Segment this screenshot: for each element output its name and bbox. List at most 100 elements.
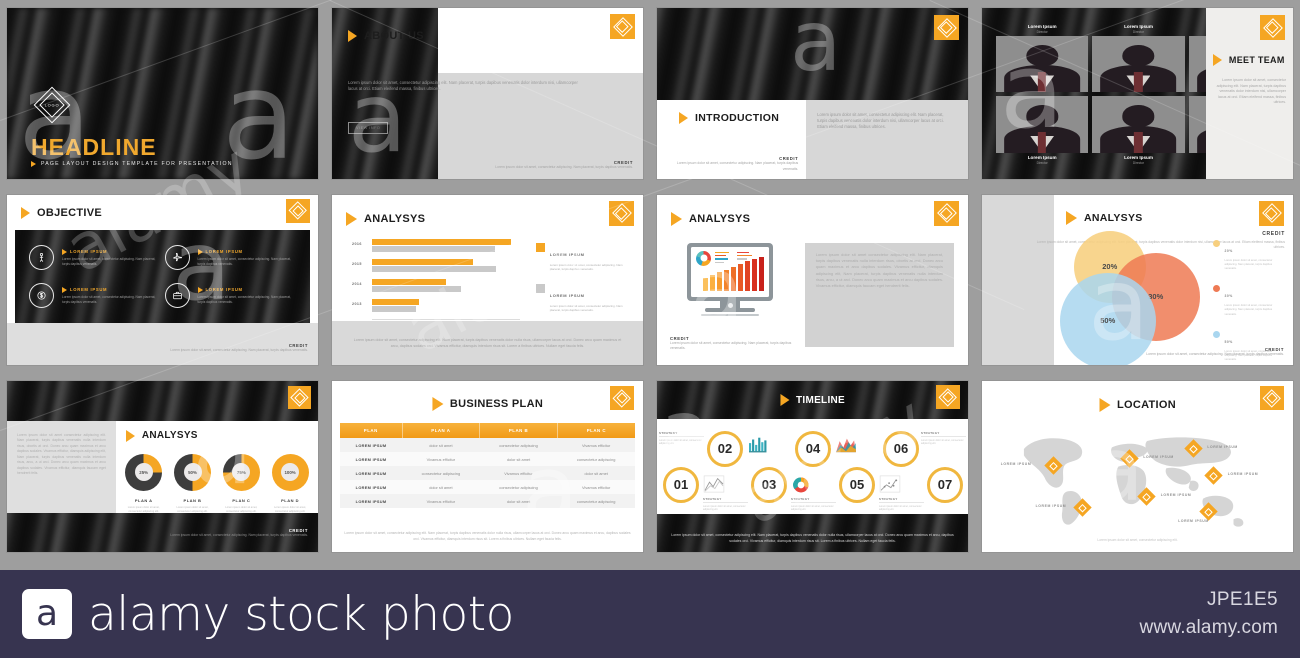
table-cell: LOREM IPSUM bbox=[340, 438, 403, 453]
objective-item[interactable]: LOREM IPSUM Lorem ipsum dolor sit amet, … bbox=[29, 240, 161, 274]
business-plan-title: BUSINESS PLAN bbox=[431, 397, 543, 412]
donuts-credit: CREDIT Lorem ipsum dolor sit amet, conse… bbox=[153, 528, 308, 538]
table-header-cell[interactable]: PLAN A bbox=[402, 423, 481, 439]
analysys-donuts-title-text: ANALYSYS bbox=[141, 430, 198, 442]
objective-title: OBJECTIVE bbox=[21, 206, 102, 219]
timeline-node-04[interactable]: 04 bbox=[795, 430, 831, 467]
objective-item[interactable]: LOREM IPSUM Lorem ipsum dolor sit amet, … bbox=[29, 279, 161, 313]
node-number: 01 bbox=[673, 477, 689, 493]
table-header-cell[interactable]: PLAN C bbox=[557, 423, 635, 439]
table-row: LOREM IPSUM consectetur adipiscing Vivam… bbox=[340, 466, 635, 481]
credit-text: Lorem ipsum dolor sit amet, consectetur … bbox=[495, 164, 633, 169]
member-name: Lorem Ipsum bbox=[1027, 154, 1057, 160]
timeline-node-07[interactable]: 07 bbox=[927, 466, 963, 503]
triangle-bullet-icon bbox=[348, 30, 357, 42]
venn-label-50: 50% bbox=[1100, 316, 1116, 326]
venn-label-20: 20% bbox=[1102, 262, 1118, 272]
member-name: Lorem Ipsum bbox=[1027, 24, 1057, 29]
table-header-row: PLAN PLAN A PLAN B PLAN C bbox=[340, 423, 635, 439]
headline-subtitle: PAGE LAYOUT DESIGN TEMPLATE FOR PRESENTA… bbox=[31, 161, 233, 167]
donut-plan[interactable]: 75% PLAN C Lorem ipsum dolor sit amet, c… bbox=[219, 453, 263, 514]
donut-plan[interactable]: 25% PLAN A Lorem ipsum dolor sit amet, c… bbox=[122, 453, 166, 514]
alamy-logo-icon: a bbox=[22, 589, 72, 639]
about-title: ABOUT US bbox=[348, 30, 424, 42]
timeline-node-05[interactable]: 05 bbox=[839, 466, 875, 503]
intro-body: Lorem ipsum dolor sit amet, consectetur … bbox=[817, 112, 944, 130]
team-member[interactable]: Director Lorem Ipsum bbox=[996, 96, 1089, 166]
slide-business-plan[interactable]: BUSINESS PLAN PLAN PLAN A PLAN B PLAN C … bbox=[332, 381, 643, 552]
slide-headline[interactable]: LOGO HEADLINE PAGE LAYOUT DESIGN TEMPLAT… bbox=[7, 8, 318, 179]
slide-analysys-bar[interactable]: ANALYSYS 2016 2015 2014 2013 LOREM IPSUM… bbox=[332, 194, 643, 366]
donut-plan[interactable]: 50% PLAN B Lorem ipsum dolor sit amet, c… bbox=[171, 453, 215, 514]
triangle-bullet-icon bbox=[679, 112, 688, 125]
about-credit: CREDIT Lorem ipsum dolor sit amet, conse… bbox=[409, 160, 633, 170]
plan-label: PLAN A bbox=[134, 497, 153, 503]
timeline-node-01[interactable]: 01 bbox=[663, 466, 699, 503]
slide-meet-team[interactable]: Lorem Ipsum Director Lorem Ipsum Directo… bbox=[982, 8, 1293, 179]
note-label: STRATEGY bbox=[703, 496, 722, 501]
donut-value: 50% bbox=[183, 463, 202, 482]
slide-analysys-monitor[interactable]: ANALYSYS Lorem ipsum dolor sit amet cons… bbox=[657, 194, 968, 366]
timeline-node-02[interactable]: 02 bbox=[707, 430, 743, 467]
team-member[interactable]: Lorem Ipsum Director bbox=[996, 22, 1089, 93]
briefcase-icon bbox=[164, 283, 190, 309]
legend-dot bbox=[1213, 285, 1221, 293]
person-icon bbox=[29, 245, 54, 271]
donut-chart-25: 25% bbox=[125, 453, 163, 491]
timeline-node-06[interactable]: 06 bbox=[883, 430, 919, 467]
world-map-svg bbox=[1023, 437, 1244, 527]
alamy-brand-text: alamy stock photo bbox=[88, 586, 514, 642]
diamond-badge-icon bbox=[1259, 200, 1284, 226]
legend-desc: Lorem ipsum dolor sit amet, consectetur … bbox=[1224, 258, 1273, 271]
about-title-text: ABOUT US bbox=[364, 30, 424, 42]
view-info-button[interactable]: VIEW INFO bbox=[348, 122, 389, 134]
triangle-bullet-icon bbox=[1065, 210, 1077, 225]
objective-items: LOREM IPSUM Lorem ipsum dolor sit amet, … bbox=[15, 230, 310, 322]
team-member[interactable]: Director Lorem Ipsum bbox=[1092, 96, 1185, 166]
map-pin-label-4: LOREM IPSUM bbox=[1227, 472, 1259, 477]
note-text: Lorem ipsum dolor sit amet, consectetur … bbox=[659, 436, 704, 446]
donut-plan[interactable]: 100% PLAN D Lorem ipsum dolor sit amet, … bbox=[268, 453, 312, 514]
slide-objective[interactable]: LOREM IPSUM Lorem ipsum dolor sit amet, … bbox=[7, 194, 318, 366]
slide-analysys-venn[interactable]: CREDIT Lorem ipsum dolor sit amet, conse… bbox=[982, 194, 1293, 366]
alamy-brand[interactable]: a alamy stock photo bbox=[22, 587, 514, 642]
objective-item[interactable]: LOREM IPSUM Lorem ipsum dolor sit amet, … bbox=[164, 240, 297, 274]
table-cell: dolor sit amet bbox=[557, 466, 635, 481]
table-cell: Vivamus efficitur bbox=[402, 494, 480, 509]
slide-cell-analysys-bar: ANALYSYS 2016 2015 2014 2013 LOREM IPSUM… bbox=[325, 187, 650, 374]
donut-value: 100% bbox=[281, 463, 300, 482]
table-cell: consectetur adipiscing bbox=[557, 494, 635, 509]
alamy-url[interactable]: www.alamy.com bbox=[1140, 617, 1278, 639]
bar-row: 2014 bbox=[352, 278, 520, 296]
table-cell: LOREM IPSUM bbox=[340, 494, 403, 509]
diamond-badge-icon bbox=[934, 200, 959, 226]
plan-label: PLAN C bbox=[232, 497, 251, 503]
timeline-node-03[interactable]: 03 bbox=[751, 466, 787, 503]
bar-chart-legend: LOREM IPSUM Lorem ipsum dolor sit amet, … bbox=[535, 242, 629, 325]
objective-item[interactable]: LOREM IPSUM Lorem ipsum dolor sit amet, … bbox=[164, 279, 297, 313]
slide-introduction[interactable]: INTRODUCTION CREDIT Lorem ipsum dolor si… bbox=[657, 8, 968, 179]
legend-desc: Lorem ipsum dolor sit amet, consectetur … bbox=[549, 303, 623, 313]
analysys-venn-title: ANALYSYS bbox=[1065, 210, 1143, 225]
objective-item-body: Lorem ipsum dolor sit amet, consectetur … bbox=[197, 256, 291, 266]
diamond-badge-icon bbox=[610, 386, 634, 411]
slide-location[interactable]: LOCATION LOREM IPSUM LOREM IPSUM LOREM I… bbox=[982, 381, 1293, 552]
plan-label: PLAN D bbox=[281, 497, 300, 503]
slide-about-us[interactable]: ABOUT US Lorem ipsum dolor sit amet, con… bbox=[332, 8, 643, 179]
legend-dot bbox=[1213, 330, 1221, 338]
table-header-cell[interactable]: PLAN B bbox=[479, 423, 558, 439]
team-member[interactable]: Lorem Ipsum Director bbox=[1092, 22, 1185, 93]
legend-label: 20% bbox=[1224, 248, 1233, 253]
member-avatar bbox=[1092, 36, 1185, 93]
objective-item-body: Lorem ipsum dolor sit amet, consectetur … bbox=[62, 256, 156, 266]
monitor-power-dot-icon bbox=[727, 302, 733, 308]
area-chart-icon bbox=[835, 435, 859, 455]
triangle-bullet-icon bbox=[21, 206, 30, 219]
logo-diamond-icon: LOGO bbox=[33, 86, 71, 124]
alamy-footer-meta: JPE1E5 www.alamy.com bbox=[1140, 589, 1278, 639]
member-role: Director bbox=[1132, 160, 1145, 165]
table-cell: Vivamus efficitur bbox=[479, 466, 558, 481]
slide-timeline[interactable]: 01 02 03 04 05 06 07 STRATEGY Lorem ipsu… bbox=[657, 381, 968, 552]
slide-analysys-donuts[interactable]: Lorem ipsum dolor sit amet consectetur a… bbox=[7, 381, 318, 552]
table-header-cell[interactable]: PLAN bbox=[340, 423, 403, 439]
